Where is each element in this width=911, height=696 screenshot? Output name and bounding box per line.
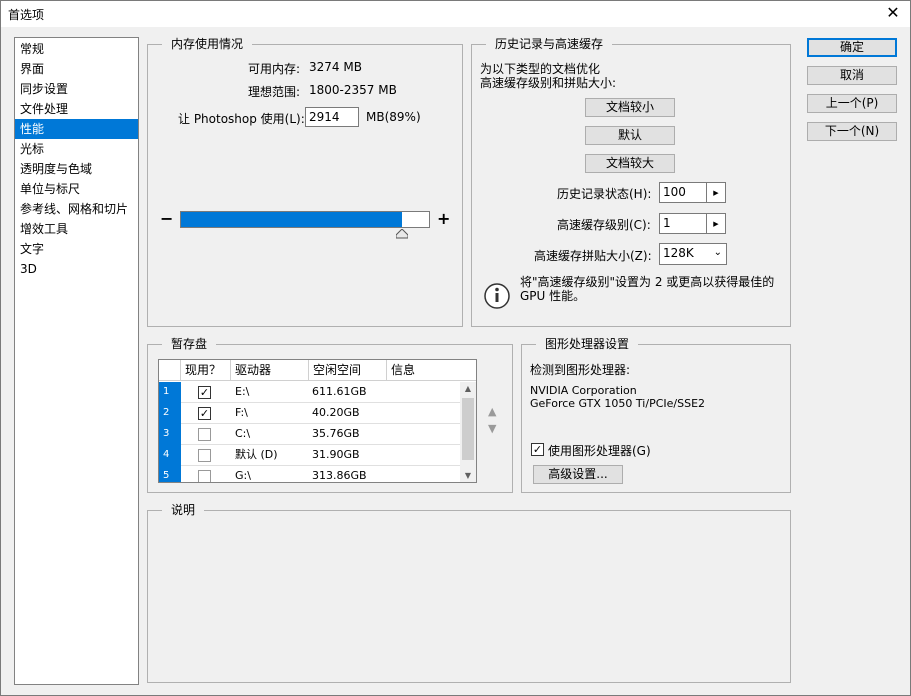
detected-gpu-label: 检测到图形处理器: bbox=[530, 363, 631, 377]
table-scrollbar[interactable]: ▲ ▼ bbox=[460, 382, 476, 482]
nav-item[interactable]: 文字 bbox=[15, 239, 138, 259]
drive-cell: F:\ bbox=[235, 406, 248, 419]
ideal-range-label: 理想范围: bbox=[248, 85, 301, 99]
nav-item[interactable]: 同步设置 bbox=[15, 79, 138, 99]
header-info: 信息 bbox=[387, 360, 476, 381]
window-title: 首选项 bbox=[8, 8, 45, 22]
description-group: 说明 bbox=[147, 502, 791, 683]
cache-levels-spinner[interactable]: ▶ bbox=[706, 213, 726, 234]
advanced-settings-button[interactable]: 高级设置... bbox=[533, 465, 623, 484]
nav-item[interactable]: 参考线、网格和切片 bbox=[15, 199, 138, 219]
nav-item[interactable]: 增效工具 bbox=[15, 219, 138, 239]
memory-usage-group: 内存使用情况 bbox=[147, 36, 463, 327]
row-number: 4 bbox=[159, 445, 181, 466]
cache-levels-input[interactable]: 1 bbox=[659, 213, 707, 234]
optimize-description-line2: 高速缓存级别和拼贴大小: bbox=[480, 76, 617, 90]
title-bar: 首选项 ✕ bbox=[1, 1, 910, 27]
gpu-settings-legend: 图形处理器设置 bbox=[536, 336, 639, 352]
history-states-spinner[interactable]: ▶ bbox=[706, 182, 726, 203]
next-button[interactable]: 下一个(N) bbox=[807, 122, 897, 141]
drive-cell: E:\ bbox=[235, 385, 250, 398]
active-checkbox[interactable] bbox=[198, 449, 211, 462]
active-checkbox[interactable]: ✓ bbox=[198, 386, 211, 399]
active-checkbox[interactable] bbox=[198, 428, 211, 441]
history-cache-legend: 历史记录与高速缓存 bbox=[486, 36, 613, 52]
gpu-vendor: NVIDIA Corporation bbox=[530, 384, 637, 397]
row-number: 1 bbox=[159, 382, 181, 403]
drive-cell: 默认 (D) bbox=[235, 448, 278, 461]
move-down-icon[interactable]: ▼ bbox=[488, 422, 496, 435]
header-free-space: 空闲空间 bbox=[309, 360, 387, 381]
scrollbar-thumb[interactable] bbox=[462, 398, 474, 460]
drive-cell: G:\ bbox=[235, 469, 251, 482]
memory-slider-fill bbox=[181, 212, 402, 227]
row-number: 3 bbox=[159, 424, 181, 445]
description-legend: 说明 bbox=[162, 502, 205, 518]
category-list: 常规 界面 同步设置 文件处理 性能 光标 透明度与色域 单位与标尺 参考线、网格和切片 增效工具… bbox=[14, 37, 139, 685]
info-icon bbox=[484, 283, 510, 309]
memory-use-suffix: MB(89%) bbox=[366, 110, 421, 124]
cache-tile-size-label: 高速缓存拼贴大小(Z): bbox=[534, 249, 652, 263]
move-up-icon[interactable]: ▲ bbox=[488, 405, 496, 418]
nav-item[interactable]: 常规 bbox=[15, 39, 138, 59]
free-space-cell: 611.61GB bbox=[312, 385, 367, 398]
row-number: 5 bbox=[159, 466, 181, 482]
nav-item[interactable]: 光标 bbox=[15, 139, 138, 159]
ideal-range-value: 1800-2357 MB bbox=[309, 83, 397, 97]
memory-use-input[interactable]: 2914 bbox=[305, 107, 359, 127]
available-memory-value: 3274 MB bbox=[309, 60, 362, 74]
cache-tile-size-value: 128K bbox=[663, 246, 694, 260]
small-documents-button[interactable]: 文档较小 bbox=[585, 98, 675, 117]
scratch-disk-table: 现用？ 驱动器 空闲空间 信息 1 ✓ E:\ 611.61GB 2 ✓ F:\ 40.20G… bbox=[158, 359, 477, 483]
scroll-down-icon[interactable]: ▼ bbox=[460, 469, 476, 482]
free-space-cell: 40.20GB bbox=[312, 406, 360, 419]
nav-item[interactable]: 单位与标尺 bbox=[15, 179, 138, 199]
table-row[interactable]: 1 ✓ E:\ 611.61GB bbox=[159, 382, 461, 403]
active-checkbox[interactable]: ✓ bbox=[198, 407, 211, 420]
free-space-cell: 313.86GB bbox=[312, 469, 367, 482]
nav-item[interactable]: 文件处理 bbox=[15, 99, 138, 119]
nav-item[interactable]: 界面 bbox=[15, 59, 138, 79]
scroll-up-icon[interactable]: ▲ bbox=[460, 382, 476, 396]
cache-levels-label: 高速缓存级别(C): bbox=[557, 218, 651, 232]
default-documents-button[interactable]: 默认 bbox=[585, 126, 675, 145]
memory-slider-thumb[interactable] bbox=[396, 229, 408, 239]
nav-item[interactable]: 3D bbox=[15, 259, 138, 279]
table-row[interactable]: 2 ✓ F:\ 40.20GB bbox=[159, 403, 461, 424]
gpu-hint-line2: GPU 性能。 bbox=[520, 289, 586, 303]
cancel-button[interactable]: 取消 bbox=[807, 66, 897, 85]
previous-button[interactable]: 上一个(P) bbox=[807, 94, 897, 113]
chevron-down-icon: ⌄ bbox=[713, 247, 722, 258]
header-drive: 驱动器 bbox=[231, 360, 309, 381]
table-corner bbox=[159, 360, 181, 381]
preferences-dialog: 首选项 ✕ 常规 界面 同步设置 文件处理 性能 光标 透明度与色域 单位与标尺 参考线、网格和… bbox=[0, 0, 911, 696]
close-icon[interactable]: ✕ bbox=[884, 4, 902, 22]
free-space-cell: 35.76GB bbox=[312, 427, 360, 440]
table-row[interactable]: 3 C:\ 35.76GB bbox=[159, 424, 461, 445]
active-checkbox[interactable] bbox=[198, 470, 211, 482]
photoshop-use-label: 让 Photoshop 使用(L): bbox=[178, 112, 305, 126]
row-number: 2 bbox=[159, 403, 181, 424]
ok-button[interactable]: 确定 bbox=[807, 38, 897, 57]
history-states-label: 历史记录状态(H): bbox=[557, 187, 652, 201]
memory-usage-legend: 内存使用情况 bbox=[162, 36, 253, 52]
nav-item[interactable]: 性能 bbox=[15, 119, 138, 139]
drive-cell: C:\ bbox=[235, 427, 251, 440]
large-documents-button[interactable]: 文档较大 bbox=[585, 154, 675, 173]
table-row[interactable]: 5 G:\ 313.86GB bbox=[159, 466, 461, 482]
cache-tile-size-select[interactable]: 128K ⌄ bbox=[659, 243, 727, 265]
scratch-disks-legend: 暂存盘 bbox=[162, 336, 217, 352]
table-row[interactable]: 4 默认 (D) 31.90GB bbox=[159, 445, 461, 466]
header-active: 现用？ bbox=[181, 360, 231, 381]
decrease-memory-button[interactable]: − bbox=[160, 209, 173, 228]
nav-item[interactable]: 透明度与色域 bbox=[15, 159, 138, 179]
gpu-model: GeForce GTX 1050 Ti/PCIe/SSE2 bbox=[530, 397, 706, 410]
use-gpu-checkbox[interactable]: ✓ bbox=[531, 443, 544, 456]
memory-slider[interactable] bbox=[180, 211, 430, 228]
increase-memory-button[interactable]: + bbox=[437, 209, 450, 228]
available-memory-label: 可用内存: bbox=[248, 62, 301, 76]
use-gpu-label: 使用图形处理器(G) bbox=[548, 444, 651, 458]
free-space-cell: 31.90GB bbox=[312, 448, 360, 461]
history-states-input[interactable]: 100 bbox=[659, 182, 707, 203]
